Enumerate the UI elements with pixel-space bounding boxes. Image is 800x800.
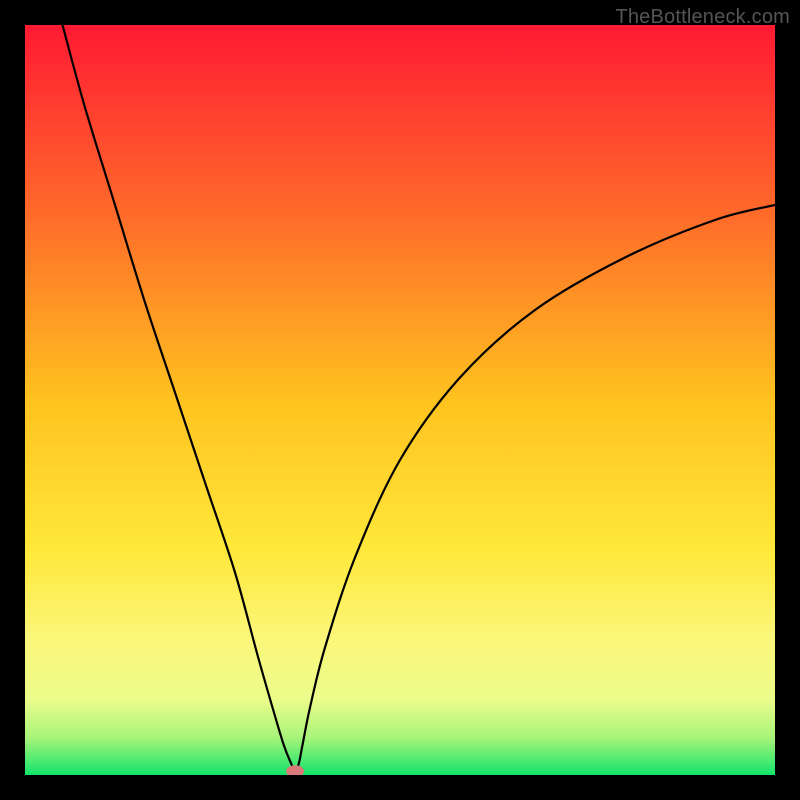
plot-svg (25, 25, 775, 775)
chart-canvas: TheBottleneck.com (0, 0, 800, 800)
gradient-background (25, 25, 775, 775)
plot-area (25, 25, 775, 775)
